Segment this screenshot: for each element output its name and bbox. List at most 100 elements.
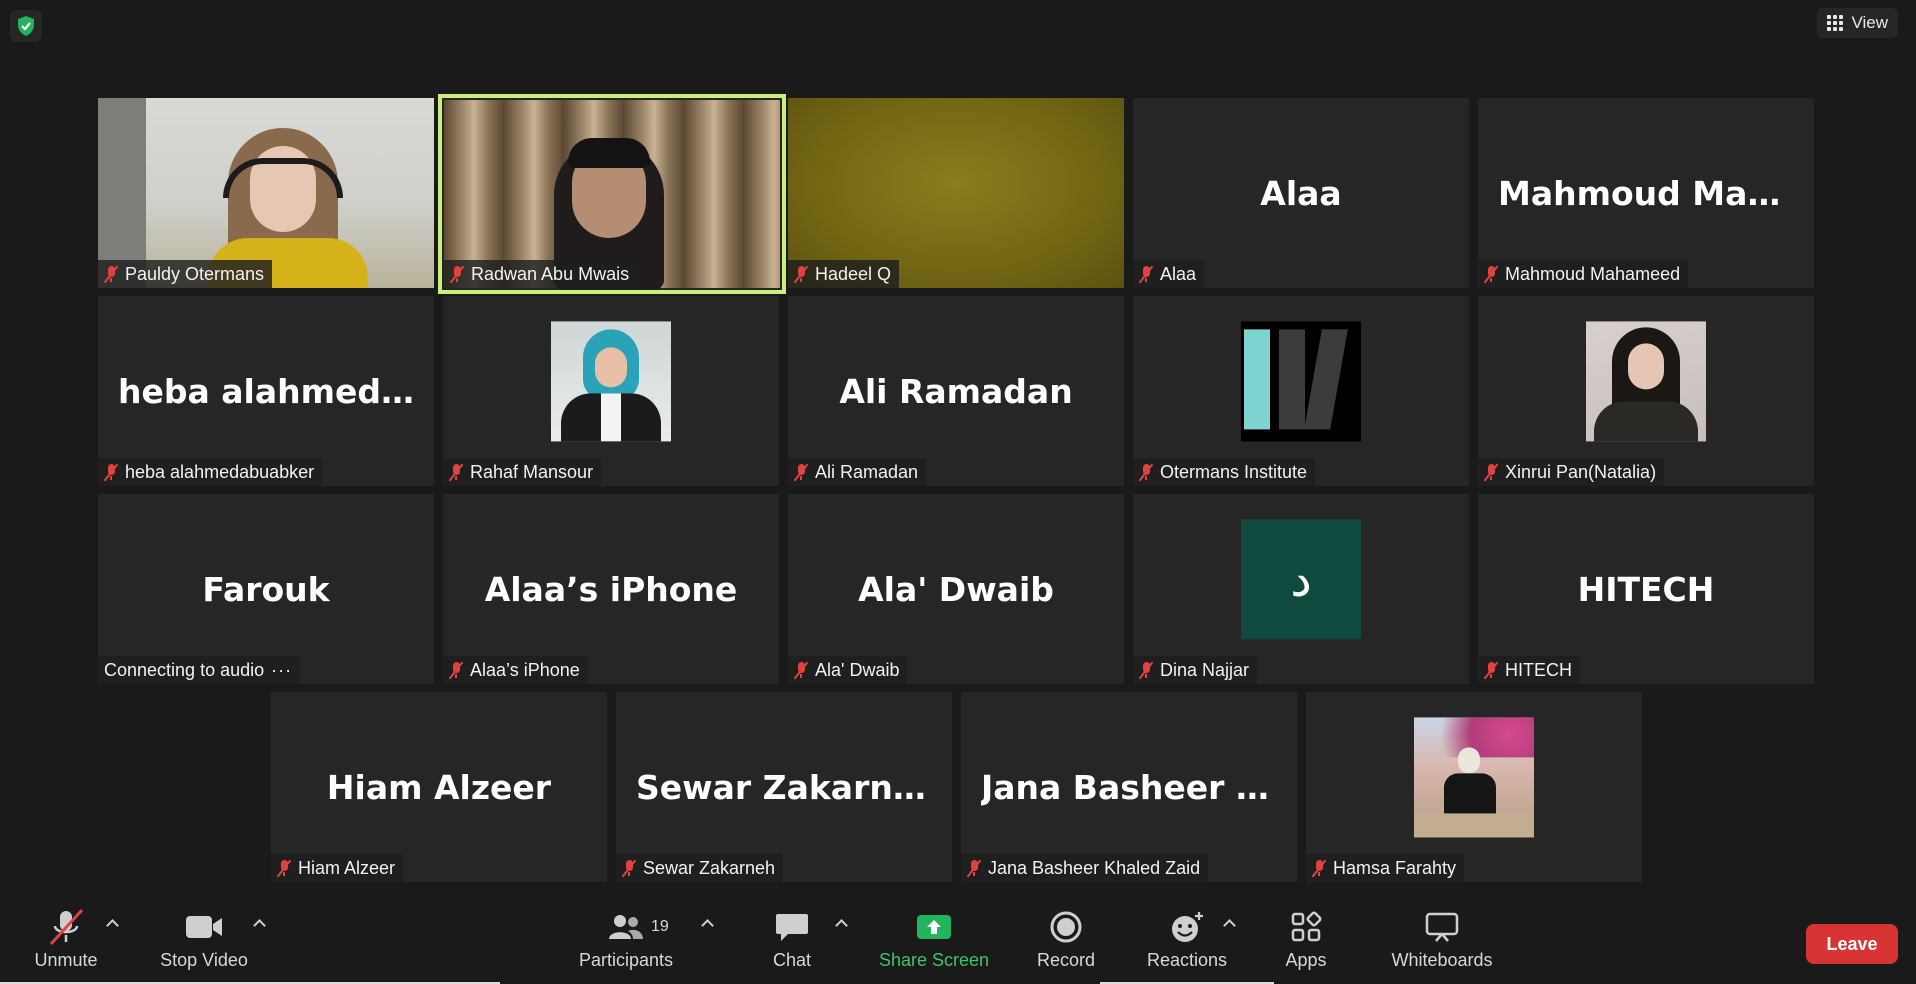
participant-tile[interactable]: Alaa Alaa [1133, 98, 1469, 288]
participant-display-name: Farouk [202, 569, 330, 609]
participant-tile-active-speaker[interactable]: Radwan Abu Mwais [438, 94, 786, 294]
participant-name: Mahmoud Mahameed [1505, 263, 1681, 284]
record-label: Record [1036, 950, 1096, 970]
participant-name-label: Connecting to audio ··· [98, 656, 301, 684]
audio-options-chevron-icon[interactable] [105, 916, 119, 930]
participant-name: Ali Ramadan [815, 461, 919, 482]
participant-name: Sewar Zakarneh [643, 857, 776, 878]
participant-name: Dina Najjar [1160, 659, 1250, 680]
apps-icon [1290, 908, 1322, 946]
participant-display-name: Alaa [1260, 173, 1342, 213]
participant-tile[interactable]: د Dina Najjar [1133, 494, 1469, 684]
muted-mic-icon [1483, 265, 1499, 284]
participant-tile[interactable]: Ali Ramadan Ali Ramadan [788, 296, 1124, 486]
view-label: View [1851, 13, 1888, 32]
participant-name: Alaa [1160, 263, 1197, 284]
muted-mic-icon [793, 661, 809, 680]
participant-tile[interactable]: Rahaf Mansour [443, 296, 779, 486]
muted-mic-icon [966, 859, 982, 878]
participant-name-label: Radwan Abu Mwais [444, 260, 638, 288]
participant-name-label: Otermans Institute [1133, 458, 1316, 486]
leave-button[interactable]: Leave [1806, 924, 1898, 964]
participant-display-name: HITECH [1577, 569, 1715, 609]
whiteboards-label: Whiteboards [1391, 950, 1493, 970]
muted-mic-icon [448, 661, 464, 680]
muted-mic-icon [449, 265, 465, 284]
share-screen-button[interactable]: Share Screen [876, 908, 992, 971]
participant-avatar [1586, 321, 1706, 442]
unmute-button[interactable]: Unmute [30, 908, 102, 971]
participant-tile[interactable]: Mahmoud Mah... Mahmoud Mahameed [1478, 98, 1814, 288]
grid-view-icon [1827, 15, 1844, 31]
participant-tile[interactable]: HITECH HITECH [1478, 494, 1814, 684]
muted-mic-icon [1483, 463, 1499, 482]
more-dots-icon: ··· [271, 659, 293, 680]
participant-name-label: Hiam Alzeer [271, 854, 404, 882]
participants-options-chevron-icon[interactable] [700, 916, 714, 930]
participant-tile[interactable]: Pauldy Otermans [98, 98, 434, 288]
participant-tile[interactable]: Alaa’s iPhone Alaa’s iPhone [443, 494, 779, 684]
participant-name: Alaa’s iPhone [470, 659, 580, 680]
participant-name: Hadeel Q [815, 263, 892, 284]
apps-button[interactable]: Apps [1270, 908, 1342, 971]
participants-icon [606, 908, 646, 946]
connecting-status: Connecting to audio [104, 659, 265, 680]
participant-name-label: HITECH [1478, 656, 1580, 684]
reactions-options-chevron-icon[interactable] [1222, 916, 1236, 930]
participant-name-label: Hamsa Farahty [1306, 854, 1465, 882]
participant-tile[interactable]: Hiam Alzeer Hiam Alzeer [271, 692, 607, 882]
stop-video-label: Stop Video [160, 950, 248, 970]
participant-name: Rahaf Mansour [470, 461, 594, 482]
participant-name-label: Jana Basheer Khaled Zaid [961, 854, 1209, 882]
security-shield-icon[interactable] [10, 10, 42, 42]
participant-name: Pauldy Otermans [125, 263, 265, 284]
muted-mic-icon [793, 265, 809, 284]
participant-tile[interactable]: Ala' Dwaib Ala' Dwaib [788, 494, 1124, 684]
apps-label: Apps [1285, 950, 1327, 970]
whiteboard-icon [1424, 908, 1460, 946]
smiley-reaction-icon [1169, 908, 1205, 946]
participant-name-label: Ala' Dwaib [788, 656, 908, 684]
participant-name-label: Dina Najjar [1133, 656, 1258, 684]
participant-avatar: د [1241, 519, 1361, 640]
participant-name-label: Ali Ramadan [788, 458, 927, 486]
view-button[interactable]: View [1817, 8, 1898, 38]
muted-mic-icon [103, 463, 119, 482]
participant-name-label: Xinrui Pan(Natalia) [1478, 458, 1665, 486]
participant-avatar [551, 321, 671, 442]
participant-display-name: Sewar Zakarneh [636, 767, 932, 807]
participant-tile[interactable]: Farouk Connecting to audio ··· [98, 494, 434, 684]
participant-tile[interactable]: Otermans Institute [1133, 296, 1469, 486]
participant-display-name: Hiam Alzeer [326, 767, 552, 807]
record-button[interactable]: Record [1030, 908, 1102, 971]
participant-name-label: Hadeel Q [788, 260, 900, 288]
share-screen-label: Share Screen [878, 950, 990, 970]
participant-tile[interactable]: Sewar Zakarneh Sewar Zakarneh [616, 692, 952, 882]
participant-avatar [1414, 717, 1534, 838]
chat-options-chevron-icon[interactable] [834, 916, 848, 930]
participant-tile[interactable]: heba alahmeda... heba alahmedabuabker [98, 296, 434, 486]
participant-display-name: heba alahmeda... [118, 371, 414, 411]
stop-video-button[interactable]: Stop Video [156, 908, 252, 971]
participant-name: Xinrui Pan(Natalia) [1505, 461, 1657, 482]
participant-tile[interactable]: Hadeel Q [788, 98, 1124, 288]
participant-name: Radwan Abu Mwais [471, 263, 630, 284]
participant-display-name: Mahmoud Mah... [1498, 173, 1794, 213]
participant-tile[interactable]: Hamsa Farahty [1306, 692, 1642, 882]
reactions-button[interactable]: Reactions [1140, 908, 1234, 971]
muted-mic-icon [1311, 859, 1327, 878]
share-screen-icon [915, 908, 953, 946]
meeting-toolbar: Unmute Stop Video Participants 19 Chat S… [0, 900, 1916, 984]
chat-bubble-icon [774, 908, 810, 946]
participant-tile[interactable]: Jana Basheer K... Jana Basheer Khaled Za… [961, 692, 1297, 882]
whiteboards-button[interactable]: Whiteboards [1380, 908, 1504, 971]
video-options-chevron-icon[interactable] [252, 916, 266, 930]
participant-name-label: Sewar Zakarneh [616, 854, 784, 882]
participant-name-label: Alaa’s iPhone [443, 656, 588, 684]
participant-name: heba alahmedabuabker [125, 461, 315, 482]
chat-button[interactable]: Chat [756, 908, 828, 971]
participant-display-name: Alaa’s iPhone [484, 569, 738, 609]
participant-tile[interactable]: Xinrui Pan(Natalia) [1478, 296, 1814, 486]
muted-microphone-icon [46, 908, 86, 946]
participant-name: Ala' Dwaib [815, 659, 900, 680]
